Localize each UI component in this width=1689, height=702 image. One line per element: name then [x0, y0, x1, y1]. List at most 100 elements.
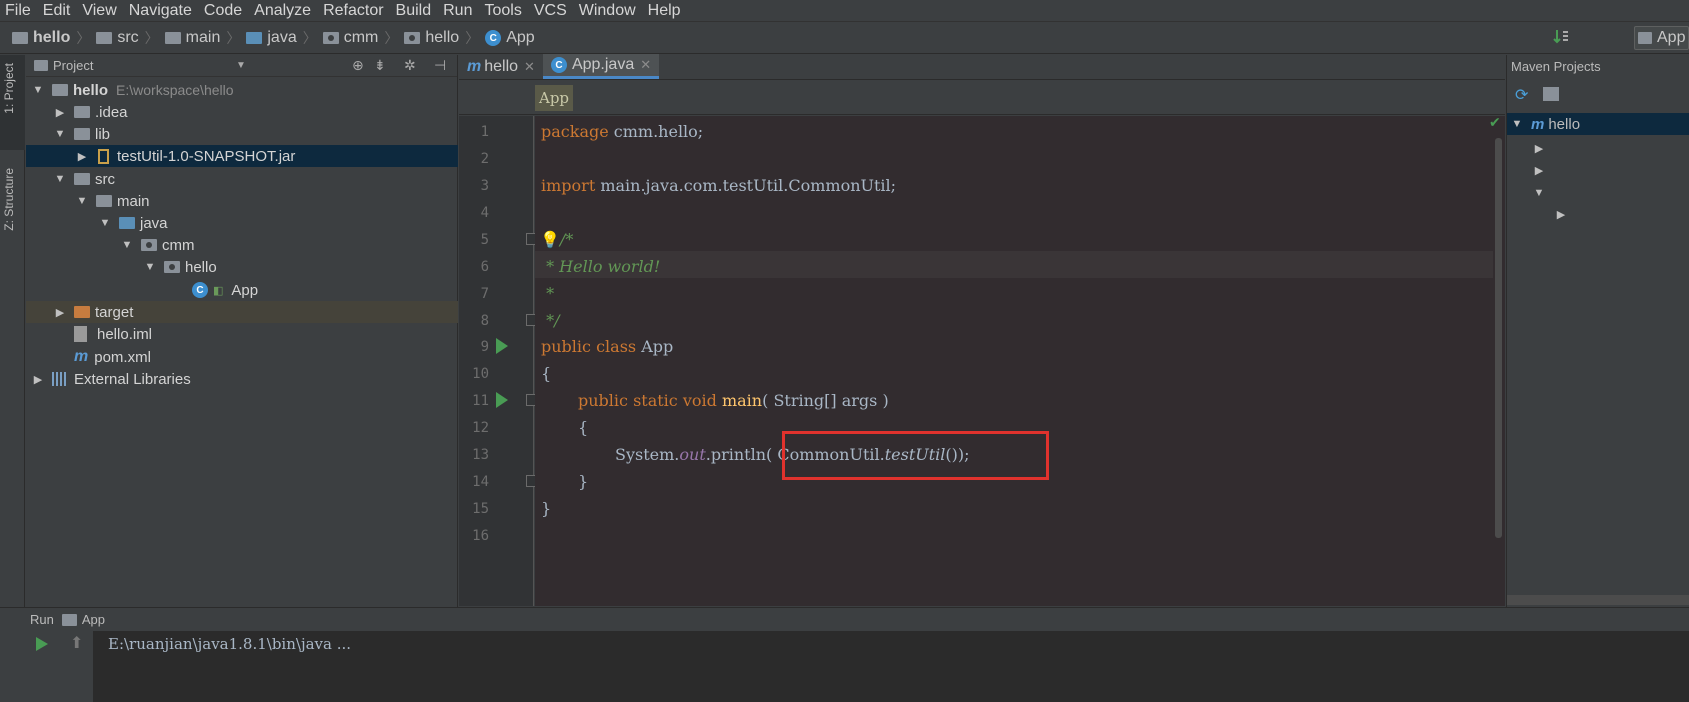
collapsed-arrow-icon[interactable]: ▶ — [74, 150, 90, 163]
breadcrumb-cmm[interactable]: cmm 〉 — [322, 28, 399, 48]
module-file-icon — [74, 326, 87, 342]
maven-item-hello[interactable]: ▼ m hello — [1507, 113, 1689, 135]
chevron-right-icon: 〉 — [384, 30, 399, 46]
menu-view[interactable]: View — [76, 2, 122, 20]
menu-analyze[interactable]: Analyze — [248, 2, 317, 20]
folder-icon — [74, 173, 90, 185]
menu-code[interactable]: Code — [198, 2, 248, 20]
line-number: 15 — [472, 501, 489, 517]
gear-icon[interactable]: ✲ — [404, 57, 416, 74]
tree-item-hello-iml[interactable]: hello.iml — [26, 323, 458, 345]
maven-hscrollbar[interactable] — [1507, 595, 1689, 605]
collapsed-arrow-icon[interactable]: ▶ — [30, 373, 46, 386]
collapsed-arrow-icon[interactable]: ▶ — [52, 106, 68, 119]
tab-hello-pom[interactable]: m hello ✕ — [459, 54, 543, 79]
tab-project-window[interactable]: 1: Project — [0, 55, 25, 150]
code-line-6: * Hello world! — [541, 257, 661, 276]
breadcrumb-src[interactable]: src 〉 — [96, 28, 159, 48]
line-number: 16 — [472, 528, 489, 544]
breadcrumb-java[interactable]: java 〉 — [246, 28, 317, 48]
tree-item-lib[interactable]: ▼ lib — [26, 123, 458, 145]
project-view-selector[interactable]: Project — [53, 58, 93, 73]
tree-item-pom-xml[interactable]: m pom.xml — [26, 346, 458, 368]
tree-item-main[interactable]: ▼ main — [26, 190, 458, 212]
editor-scrollbar[interactable]: ✔ — [1489, 114, 1505, 606]
close-icon[interactable]: ✕ — [640, 57, 651, 73]
tree-item-hello-package[interactable]: ▼ hello — [26, 256, 458, 278]
breadcrumb-app[interactable]: C App — [485, 29, 535, 47]
run-configuration-selector[interactable]: App — [1634, 26, 1689, 50]
tree-item-hello-root[interactable]: ▼ hello E:\workspace\hello — [26, 79, 458, 101]
folder-icon — [96, 32, 113, 44]
tree-item-src[interactable]: ▼ src — [26, 168, 458, 190]
class-breadcrumb[interactable]: App — [535, 85, 574, 111]
menu-file[interactable]: File — [0, 2, 37, 20]
menu-run[interactable]: Run — [437, 2, 478, 20]
tree-item-testutil-jar[interactable]: ▶ testUtil-1.0-SNAPSHOT.jar — [26, 145, 458, 167]
tree-item-external-libraries[interactable]: ▶ External Libraries — [26, 368, 458, 390]
menu-vcs[interactable]: VCS — [528, 2, 573, 20]
close-icon[interactable]: ✕ — [524, 59, 535, 75]
expanded-arrow-icon[interactable]: ▼ — [52, 128, 68, 140]
menu-refactor[interactable]: Refactor — [317, 2, 389, 20]
run-icon[interactable] — [496, 392, 508, 408]
run-panel-header: Run App — [0, 607, 1689, 631]
maven-item-dependencies[interactable]: ▼ — [1531, 183, 1553, 200]
breadcrumb-hello-project[interactable]: hello 〉 — [12, 28, 90, 48]
menu-build[interactable]: Build — [390, 2, 438, 20]
rerun-icon[interactable] — [36, 637, 48, 651]
tab-structure-window[interactable]: Z: Structure — [0, 160, 25, 260]
expanded-arrow-icon[interactable]: ▼ — [30, 84, 46, 96]
code-editor[interactable]: package cmm.hello; import main.java.com.… — [535, 116, 1493, 606]
run-console: ⬆ E:\ruanjian\java1.8.1\bin\java ... — [0, 631, 1689, 702]
chevron-right-icon: 〉 — [226, 30, 241, 46]
chevron-right-icon: 〉 — [465, 30, 480, 46]
unlock-icon: ◧ — [213, 284, 224, 297]
breadcrumb-hello-package[interactable]: hello 〉 — [404, 28, 479, 48]
collapsed-arrow-icon[interactable]: ▶ — [1553, 208, 1569, 221]
menu-tools[interactable]: Tools — [478, 2, 527, 20]
tree-item-java[interactable]: ▼ java — [26, 212, 458, 234]
menu-navigate[interactable]: Navigate — [123, 2, 198, 20]
collapse-all-icon[interactable]: ⇟ — [374, 57, 386, 74]
breadcrumb-main[interactable]: main 〉 — [164, 28, 241, 48]
collapsed-arrow-icon[interactable]: ▶ — [1531, 142, 1547, 155]
collapsed-arrow-icon[interactable]: ▶ — [1531, 164, 1547, 177]
generate-sources-icon[interactable] — [1543, 87, 1559, 101]
line-number: 12 — [472, 420, 489, 436]
maven-item-plugins[interactable]: ▶ — [1531, 161, 1553, 178]
folder-icon — [74, 106, 90, 118]
expanded-arrow-icon[interactable]: ▼ — [52, 173, 68, 185]
hide-panel-icon[interactable]: ⊣ — [434, 57, 446, 74]
run-icon[interactable] — [496, 338, 508, 354]
class-icon: C — [192, 282, 208, 298]
maven-item-lifecycle[interactable]: ▶ — [1531, 139, 1553, 156]
refresh-icon[interactable]: ⟳ — [1515, 85, 1528, 105]
dropdown-arrow-icon[interactable]: ▼ — [236, 60, 246, 71]
tab-app-java[interactable]: C App.java ✕ — [542, 54, 660, 79]
lightbulb-icon[interactable]: 💡 — [540, 230, 560, 249]
run-config-name[interactable]: App — [82, 612, 105, 627]
locate-icon[interactable]: ⊕ — [352, 57, 364, 74]
expanded-arrow-icon[interactable]: ▼ — [1509, 118, 1525, 130]
code-line-9: public class App — [541, 337, 674, 356]
menu-help[interactable]: Help — [642, 2, 687, 20]
code-line-10: { — [541, 364, 552, 383]
menu-window[interactable]: Window — [573, 2, 642, 20]
tree-item-cmm[interactable]: ▼ cmm — [26, 234, 458, 256]
sort-icon[interactable] — [1553, 28, 1569, 46]
tree-item-target[interactable]: ▶ target — [26, 301, 458, 323]
expanded-arrow-icon[interactable]: ▼ — [74, 195, 90, 207]
scrollbar-thumb[interactable] — [1495, 138, 1502, 538]
expanded-arrow-icon[interactable]: ▼ — [142, 261, 158, 273]
menu-edit[interactable]: Edit — [37, 2, 77, 20]
expanded-arrow-icon[interactable]: ▼ — [1531, 187, 1547, 199]
tree-item-idea[interactable]: ▶ .idea — [26, 101, 458, 123]
tree-item-app[interactable]: C ◧ App — [26, 279, 458, 301]
line-number: 2 — [480, 151, 489, 167]
expanded-arrow-icon[interactable]: ▼ — [97, 217, 113, 229]
expanded-arrow-icon[interactable]: ▼ — [119, 239, 135, 251]
arrow-up-icon[interactable]: ⬆ — [70, 633, 83, 653]
maven-item-dependency[interactable]: ▶ — [1553, 205, 1575, 222]
collapsed-arrow-icon[interactable]: ▶ — [52, 306, 68, 319]
